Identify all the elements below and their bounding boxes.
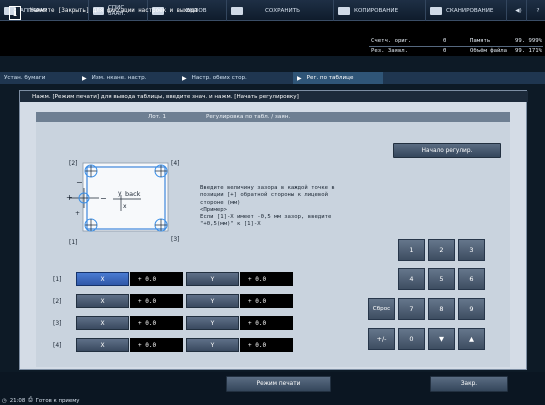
info-message: Нажмите [Закрыть] для фиксации настроек … [30,8,198,14]
print-mode-button[interactable]: Режим печати [226,376,331,392]
svg-text:−: − [76,178,83,187]
corner-3-label: [3] [171,236,180,243]
panel-header: Лот. 1 Регулировка по табл. / заян. [36,112,510,122]
row-4-x-value: + 0.0 [130,338,183,352]
svg-text:+: + [66,193,73,202]
corner-2-label: [2] [69,160,78,167]
row-2-y-value: + 0.0 [240,294,293,308]
plus-minus-button[interactable]: +/- [368,328,395,350]
arrow-right-icon: ▶ [182,74,187,82]
instruction-note: Нажм. [Режим печати] для вывода таблицы,… [20,91,528,102]
row-3-x-button[interactable]: X [76,316,129,330]
svg-text:+: + [75,210,80,217]
originals-counter-label: Счетч. ориг. [371,38,412,44]
row-label-2: [2] [53,298,62,305]
keypad-3[interactable]: 3 [458,239,485,261]
keypad-1[interactable]: 1 [398,239,425,261]
keypad-0[interactable]: 0 [398,328,425,350]
row-1-y-button[interactable]: Y [186,272,239,286]
row-label-4: [4] [53,342,62,349]
status-time: 21:08 [9,397,26,404]
tab-scan[interactable]: СКАНИРОВАНИЕ [425,0,505,21]
breadcrumb-table-adjust: ▶ Рег. по таблице [293,72,383,84]
svg-text:−: − [100,194,107,203]
lot-label: Лот. 1 [148,114,167,120]
row-label-3: [3] [53,320,62,327]
row-label-1: [1] [53,276,62,283]
keypad-4[interactable]: 4 [398,268,425,290]
reset-button[interactable]: Сброс [368,298,395,320]
memory-value: 99. 999% [515,38,542,44]
jobs-counter-value: 0 [443,48,447,54]
copy-icon [338,6,350,15]
row-4-y-value: + 0.0 [240,338,293,352]
row-4-x-button[interactable]: X [76,338,129,352]
row-2-x-value: + 0.0 [130,294,183,308]
memory-label: Память [470,38,491,44]
breadcrumb: Устан. бумаги ▶ Изм. нкане. настр. ▶ Настр… [0,72,545,84]
keypad-5[interactable]: 5 [428,268,455,290]
tab-copy[interactable]: КОПИРОВАНИЕ [333,0,423,21]
start-adjust-button[interactable]: Начало регулир. [393,143,501,158]
instruction-description: Введите величину зазора в каждой точке в… [200,185,335,228]
row-4-y-button[interactable]: Y [186,338,239,352]
counters-panel: Счетч. ориг. 0 Память 99. 999% Рез. Заяв… [365,21,545,56]
info-panel [0,21,365,56]
info-icon: i [9,6,21,20]
save-icon [231,6,243,15]
row-1-x-button[interactable]: X [76,272,129,286]
arrow-up-button[interactable]: ▲ [458,328,485,350]
row-1-y-value: + 0.0 [240,272,293,286]
row-2-y-button[interactable]: Y [186,294,239,308]
status-icon: ⎙ [28,397,33,403]
row-1-x-value: + 0.0 [130,272,183,286]
row-2-x-button[interactable]: X [76,294,129,308]
status-bar: ◷ 21:08 ⎙ Готов к приему [0,396,545,405]
clock-icon: ◷ [2,397,7,404]
keypad-2[interactable]: 2 [428,239,455,261]
jobs-counter-label: Рез. Заявл. [371,48,409,54]
sheet-diagram: + − − + y back x [2] [4] [1] [3] [66,160,180,246]
corner-4-label: [4] [171,160,180,167]
y-axis-label: y [118,190,122,197]
arrow-down-icon: ▼ [439,335,444,343]
breadcrumb-duplex-setup[interactable]: ▶ Настр. обеих стор. [178,72,293,84]
arrow-down-button[interactable]: ▼ [428,328,455,350]
back-label: back [125,190,141,198]
arrow-right-icon: ▶ [297,74,302,82]
volume-button[interactable]: ◀) [506,0,526,21]
arrow-right-icon: ▶ [82,74,87,82]
file-size-value: 99. 171% [515,48,542,54]
counter-divider [369,46,543,47]
keypad-6[interactable]: 6 [458,268,485,290]
corner-1-label: [1] [69,239,78,246]
x-axis-label: x [123,203,127,210]
row-3-y-value: + 0.0 [240,316,293,330]
scan-icon [430,6,442,15]
tab-save[interactable]: СОХРАНИТЬ [226,0,331,21]
breadcrumb-paper-setup[interactable]: Устан. бумаги [0,72,78,84]
file-size-label: Объём файла [470,48,508,54]
row-3-x-value: + 0.0 [130,316,183,330]
close-button[interactable]: Закр. [430,376,508,392]
speaker-icon: ◀) [515,7,522,14]
keypad-9[interactable]: 9 [458,298,485,320]
originals-counter-value: 0 [443,38,447,44]
keypad-7[interactable]: 7 [398,298,425,320]
breadcrumb-image-adjust[interactable]: ▶ Изм. нкане. настр. [78,72,178,84]
panel-title: Регулировка по табл. / заян. [206,114,291,120]
row-3-y-button[interactable]: Y [186,316,239,330]
help-button[interactable]: ? [526,0,545,21]
status-text: Готов к приему [35,397,80,404]
arrow-up-icon: ▲ [469,335,474,343]
keypad-8[interactable]: 8 [428,298,455,320]
